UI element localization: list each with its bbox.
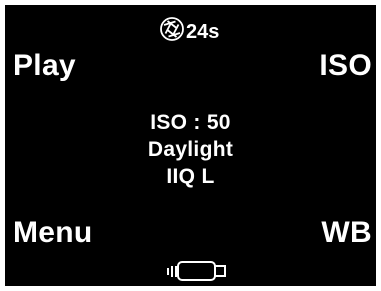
- battery-icon: [167, 261, 226, 281]
- file-format-value: IIQ L: [166, 165, 215, 188]
- timer-value: 24s: [186, 21, 220, 43]
- capture-settings-summary: ISO : 50 Daylight IIQ L: [5, 109, 376, 190]
- camera-display: 24s Play ISO ISO : 50 Daylight IIQ L Men…: [5, 5, 376, 286]
- wb-softkey[interactable]: WB: [321, 218, 372, 248]
- play-softkey[interactable]: Play: [13, 51, 76, 81]
- iso-value: ISO : 50: [150, 111, 231, 134]
- iso-softkey[interactable]: ISO: [319, 51, 372, 81]
- white-balance-value: Daylight: [147, 138, 234, 161]
- self-timer-status: 24s: [159, 12, 219, 42]
- menu-softkey[interactable]: Menu: [13, 218, 93, 248]
- shutter-timer-icon: [160, 17, 184, 41]
